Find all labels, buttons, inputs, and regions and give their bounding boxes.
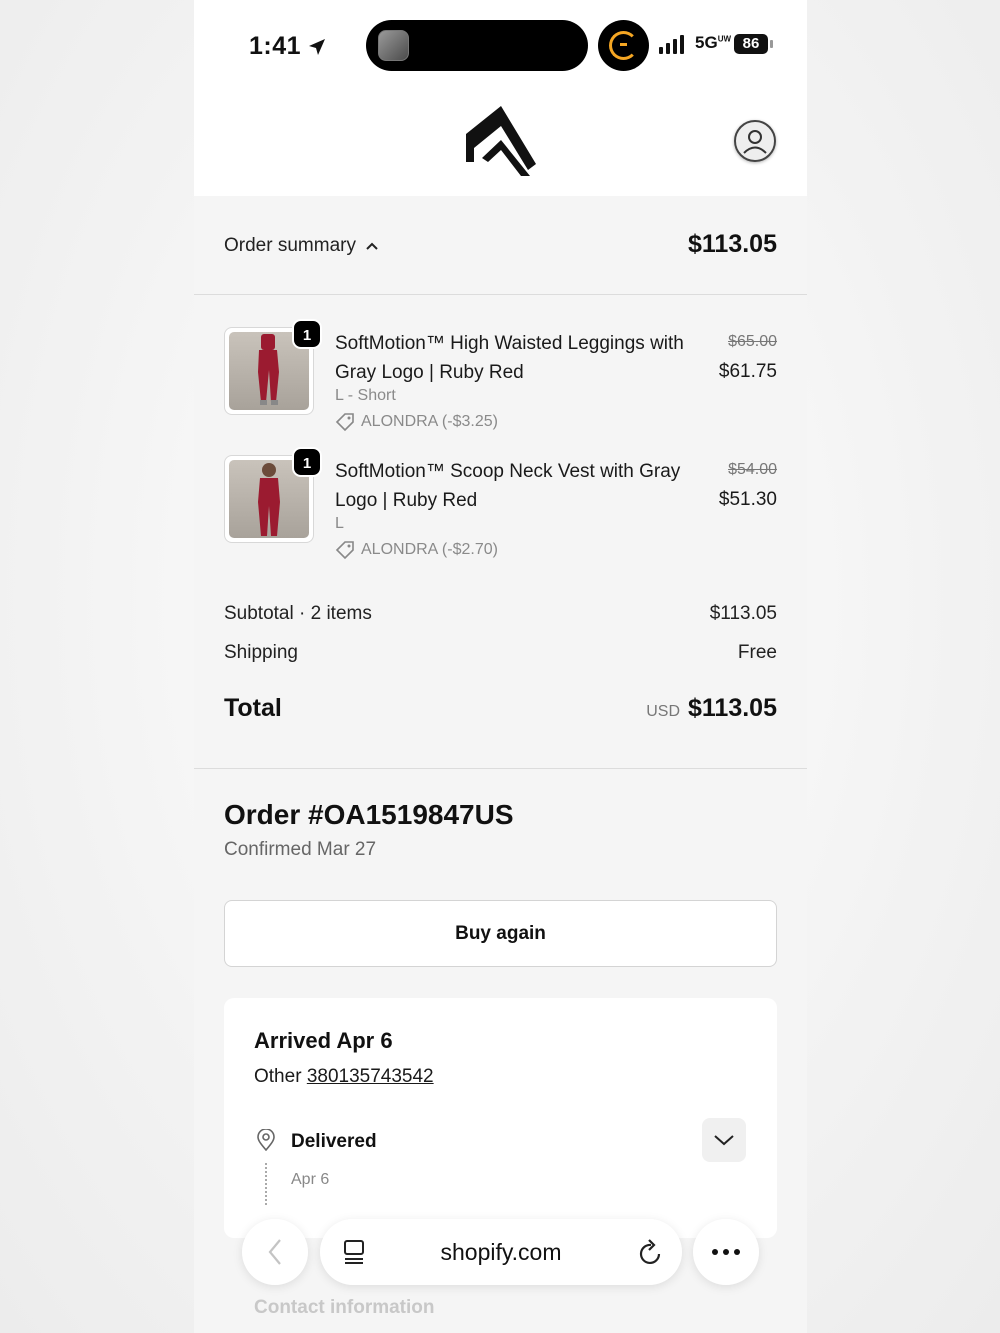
store-logo-icon[interactable] bbox=[464, 104, 538, 176]
status-bar: 1:41 5GUW 86 bbox=[194, 0, 807, 92]
more-dot bbox=[723, 1249, 729, 1255]
order-summary-text: Order summary bbox=[224, 235, 356, 256]
original-price: $65.00 bbox=[728, 333, 777, 350]
tag-icon bbox=[335, 413, 354, 432]
line-item: 1 SoftMotion™ High Waisted Leggings with… bbox=[224, 319, 777, 447]
subtotal-row: Subtotal · 2 items $113.05 bbox=[224, 603, 777, 625]
chevron-left-icon bbox=[268, 1239, 281, 1265]
battery-nub bbox=[770, 40, 773, 48]
discount-code: ALONDRA (-$2.70) bbox=[361, 541, 498, 558]
timer-activity-icon bbox=[598, 20, 649, 71]
tracking-info: Other 380135743542 bbox=[254, 1066, 434, 1088]
order-summary-label[interactable]: Order summary bbox=[224, 235, 380, 257]
browser-address-bar[interactable]: shopify.com bbox=[320, 1219, 682, 1285]
network-type: 5GUW bbox=[695, 33, 732, 52]
discount-code: ALONDRA (-$3.25) bbox=[361, 413, 498, 430]
contact-information-heading: Contact information bbox=[254, 1297, 435, 1318]
status-time: 1:41 bbox=[249, 32, 327, 61]
shipment-card: Arrived Apr 6 Other 380135743542 Deliver… bbox=[224, 998, 777, 1238]
line-item: 1 SoftMotion™ Scoop Neck Vest with Gray … bbox=[224, 447, 777, 575]
subtotal-value: $113.05 bbox=[709, 603, 777, 624]
product-variant: L bbox=[335, 515, 344, 532]
total-row: Total USD $113.05 bbox=[224, 694, 777, 723]
time-text: 1:41 bbox=[249, 32, 302, 60]
cellular-signal-icon bbox=[659, 34, 684, 54]
tracking-number-link[interactable]: 380135743542 bbox=[307, 1066, 434, 1087]
product-variant: L - Short bbox=[335, 387, 396, 404]
chevron-up-icon bbox=[366, 242, 378, 250]
carrier-name: Other bbox=[254, 1066, 302, 1087]
store-header bbox=[194, 92, 807, 196]
reload-icon[interactable] bbox=[638, 1238, 664, 1266]
total-value: $113.05 bbox=[688, 694, 777, 722]
order-number: Order #OA1519847US bbox=[224, 799, 514, 830]
location-arrow-icon bbox=[309, 38, 326, 55]
battery-indicator: 86 bbox=[734, 34, 768, 54]
discount-line: ALONDRA (-$2.70) bbox=[335, 540, 498, 560]
phone-screen: 1:41 5GUW 86 Order summary $113.05 1 Sof… bbox=[194, 0, 807, 1333]
chevron-down-icon bbox=[714, 1135, 734, 1146]
expand-tracking-button[interactable] bbox=[702, 1118, 746, 1162]
shipment-title: Arrived Apr 6 bbox=[254, 1028, 393, 1053]
quantity-badge: 1 bbox=[292, 447, 322, 477]
tag-icon bbox=[335, 541, 354, 560]
dynamic-island bbox=[366, 20, 588, 71]
shipping-row: Shipping Free bbox=[224, 642, 777, 664]
live-activity-app-icon bbox=[378, 30, 409, 61]
location-pin-icon bbox=[257, 1129, 275, 1151]
delivery-status: Delivered bbox=[291, 1131, 377, 1152]
currency-code: USD bbox=[646, 703, 680, 720]
browser-back-button[interactable] bbox=[242, 1219, 308, 1285]
order-summary-total: $113.05 bbox=[688, 230, 777, 258]
more-dot bbox=[734, 1249, 740, 1255]
subtotal-label: Subtotal · 2 items bbox=[224, 603, 372, 624]
buy-again-button[interactable]: Buy again bbox=[224, 900, 777, 967]
total-value-group: USD $113.05 bbox=[646, 694, 777, 723]
discounted-price: $61.75 bbox=[718, 361, 777, 382]
total-label: Total bbox=[224, 694, 282, 722]
original-price: $54.00 bbox=[728, 461, 777, 478]
product-title: SoftMotion™ High Waisted Leggings with G… bbox=[335, 333, 684, 383]
discount-line: ALONDRA (-$3.25) bbox=[335, 412, 498, 432]
discounted-price: $51.30 bbox=[718, 489, 777, 510]
timeline-connector bbox=[265, 1163, 267, 1205]
browser-more-button[interactable] bbox=[693, 1219, 759, 1285]
order-summary-toggle[interactable]: Order summary $113.05 bbox=[194, 196, 807, 295]
product-title: SoftMotion™ Scoop Neck Vest with Gray Lo… bbox=[335, 461, 681, 511]
order-confirmed-date: Confirmed Mar 27 bbox=[224, 839, 377, 860]
more-dot bbox=[712, 1249, 718, 1255]
account-icon[interactable] bbox=[734, 120, 776, 162]
delivery-date: Apr 6 bbox=[291, 1171, 330, 1188]
quantity-badge: 1 bbox=[292, 319, 322, 349]
shipping-label: Shipping bbox=[224, 642, 298, 663]
shipping-value: Free bbox=[737, 642, 777, 663]
browser-url[interactable]: shopify.com bbox=[320, 1239, 682, 1266]
